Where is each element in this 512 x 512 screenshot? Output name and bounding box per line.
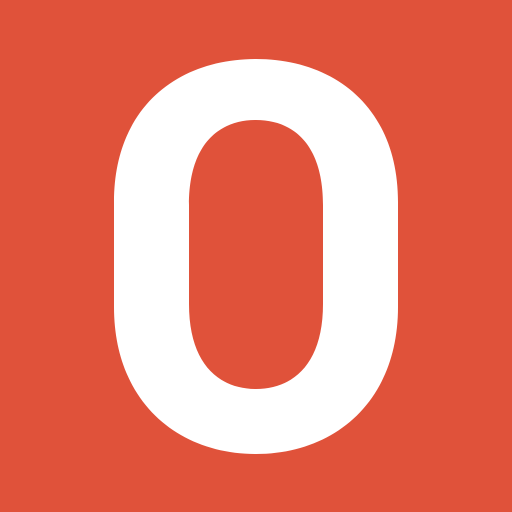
zero-glyph <box>114 59 398 454</box>
app-icon-tile: 0 <box>0 0 512 512</box>
